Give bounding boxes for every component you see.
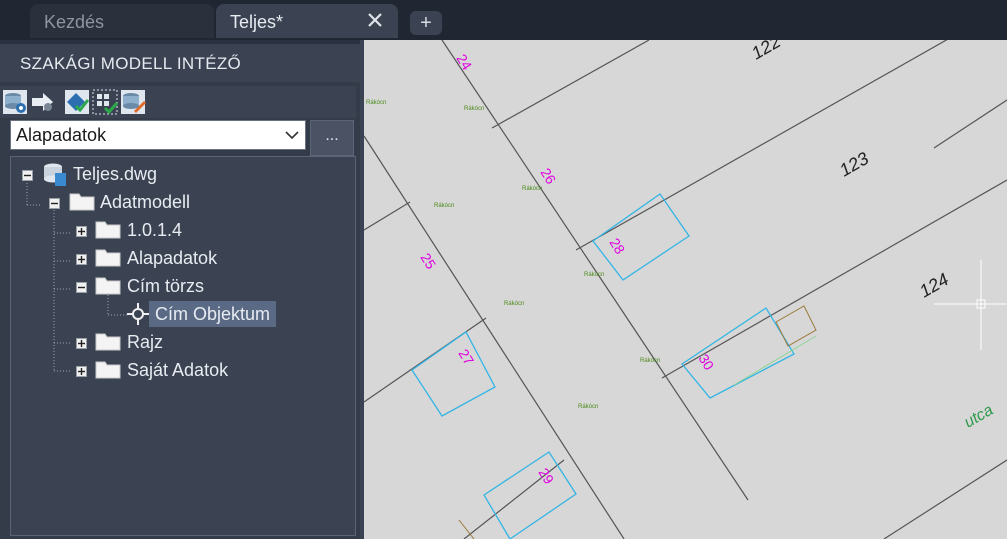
tree-node-drawing[interactable]: Teljes.dwg bbox=[73, 161, 157, 187]
folder-icon bbox=[95, 277, 121, 295]
small-label: Rákócn bbox=[578, 404, 598, 410]
tree-node-cim-torzs[interactable]: Cím törzs bbox=[127, 273, 204, 299]
tab-teljes-label: Teljes* bbox=[230, 12, 284, 32]
parcel-numbers: 24 26 25 28 27 30 29 bbox=[417, 51, 717, 487]
chevron-down-icon bbox=[285, 131, 299, 140]
tree-node-cim-objektum[interactable]: Cím Objektum bbox=[149, 301, 277, 327]
collapse-toggle[interactable] bbox=[22, 170, 33, 181]
building-outlines bbox=[411, 193, 795, 539]
street-label: utca bbox=[962, 402, 997, 432]
plus-icon bbox=[78, 368, 85, 375]
tree-node-sajat-adatok[interactable]: Saját Adatok bbox=[127, 357, 228, 383]
panel-body: Alapadatok ... Teljes.dwg Adatmodell 1.0… bbox=[0, 82, 360, 539]
parcel-number: 30 bbox=[695, 351, 717, 373]
tree-node-rajz[interactable]: Rajz bbox=[127, 329, 163, 355]
plus-icon bbox=[78, 228, 85, 235]
grid-check-icon[interactable] bbox=[92, 89, 118, 115]
panel-header: SZAKÁGI MODELL INTÉZŐ bbox=[0, 40, 360, 82]
toolbar bbox=[0, 86, 356, 118]
minus-icon bbox=[24, 174, 31, 177]
model-tree: Teljes.dwg Adatmodell 1.0.1.4 Alapadatok… bbox=[10, 156, 356, 536]
tab-teljes[interactable]: Teljes* bbox=[216, 4, 398, 38]
small-label: Rákócn bbox=[584, 272, 604, 278]
folder-icon bbox=[95, 333, 121, 351]
folder-icon bbox=[95, 361, 121, 379]
expand-toggle[interactable] bbox=[76, 226, 87, 237]
green-line bbox=[733, 335, 817, 386]
small-label: Rákócn bbox=[504, 301, 524, 307]
collapse-toggle[interactable] bbox=[76, 282, 87, 293]
plus-icon bbox=[78, 340, 85, 347]
small-label: Rákócn bbox=[434, 203, 454, 209]
small-label: Rákócn bbox=[366, 100, 386, 106]
folder-icon bbox=[95, 221, 121, 239]
tree-node-version[interactable]: 1.0.1.4 bbox=[127, 217, 182, 243]
panel-title: SZAKÁGI MODELL INTÉZŐ bbox=[20, 54, 242, 73]
expand-toggle[interactable] bbox=[76, 338, 87, 349]
parcel-number: 26 bbox=[537, 165, 559, 187]
folder-icon bbox=[69, 193, 95, 211]
tab-kezdes-label: Kezdés bbox=[44, 12, 105, 32]
lot-numbers: 122 123 124 bbox=[748, 40, 952, 301]
parcel-map: 24 26 25 28 27 30 29 122 123 124 utca Rá… bbox=[364, 40, 1007, 539]
dataset-select-value: Alapadatok bbox=[16, 125, 107, 145]
plus-icon: + bbox=[420, 12, 432, 34]
database-settings-icon[interactable] bbox=[2, 89, 28, 115]
collapse-toggle[interactable] bbox=[49, 198, 60, 209]
small-label: Rákócn bbox=[464, 106, 484, 112]
parcel-lines bbox=[364, 40, 1007, 539]
small-label: Rákócn bbox=[522, 186, 542, 192]
lot-number: 122 bbox=[748, 40, 784, 63]
small-label: Rákócn bbox=[640, 358, 660, 364]
tab-bar: Kezdés Teljes* + bbox=[0, 0, 1007, 40]
dataset-select[interactable]: Alapadatok bbox=[10, 120, 306, 150]
expand-toggle[interactable] bbox=[76, 366, 87, 377]
parcel-number: 25 bbox=[417, 250, 439, 272]
tree-node-alapadatok[interactable]: Alapadatok bbox=[127, 245, 217, 271]
model-check-icon[interactable] bbox=[64, 89, 90, 115]
minus-icon bbox=[51, 202, 58, 205]
plus-icon bbox=[78, 256, 85, 263]
export-arrow-icon[interactable] bbox=[30, 89, 56, 115]
parcel-number: 27 bbox=[455, 346, 477, 368]
folder-icon bbox=[95, 249, 121, 267]
crosshair-object-icon bbox=[127, 303, 149, 325]
tree-node-adatmodell[interactable]: Adatmodell bbox=[100, 189, 190, 215]
lot-number: 124 bbox=[916, 269, 952, 301]
tab-kezdes[interactable]: Kezdés bbox=[30, 4, 214, 38]
drawing-database-icon bbox=[44, 163, 66, 186]
drawing-canvas[interactable]: 24 26 25 28 27 30 29 122 123 124 utca Rá… bbox=[364, 40, 1007, 539]
annex-outlines bbox=[458, 305, 817, 539]
model-manager-panel: SZAKÁGI MODELL INTÉZŐ Alapadatok ... Tel… bbox=[0, 40, 364, 539]
minus-icon bbox=[78, 286, 85, 289]
parcel-number: 28 bbox=[606, 235, 628, 257]
more-button[interactable]: ... bbox=[310, 120, 354, 156]
crosshair-cursor-icon bbox=[934, 260, 1007, 350]
expand-toggle[interactable] bbox=[76, 254, 87, 265]
close-icon[interactable] bbox=[366, 11, 384, 29]
lot-number: 123 bbox=[836, 148, 872, 180]
database-edit-icon[interactable] bbox=[120, 89, 146, 115]
parcel-number: 24 bbox=[453, 51, 475, 73]
add-tab-button[interactable]: + bbox=[410, 11, 442, 35]
